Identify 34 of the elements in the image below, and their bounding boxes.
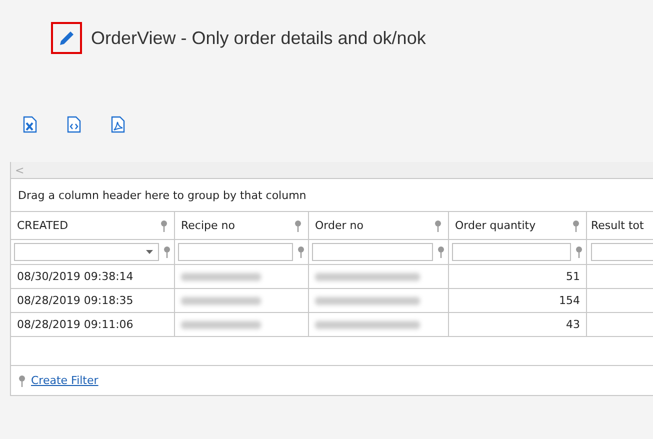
pin-icon[interactable] <box>572 220 580 232</box>
filter-field[interactable] <box>312 243 433 261</box>
table-cell: 154 <box>449 289 587 312</box>
pencil-icon <box>58 29 76 47</box>
table-cell: 08/28/2019 09:18:35 <box>11 289 175 312</box>
filter-field[interactable] <box>591 243 653 261</box>
filter-field[interactable] <box>178 243 293 261</box>
column-header[interactable]: Order quantity <box>449 212 587 239</box>
excel-export-button[interactable] <box>23 116 37 133</box>
pin-icon[interactable] <box>434 220 442 232</box>
table-cell: 08/30/2019 09:38:14 <box>11 265 175 288</box>
page-title: OrderView - Only order details and ok/nok <box>91 28 426 48</box>
group-panel-hint: Drag a column header here to group by that column <box>18 188 306 202</box>
pin-icon[interactable] <box>297 246 305 258</box>
pin-icon <box>18 374 26 386</box>
table-cell: 43 <box>449 313 587 336</box>
pin-icon[interactable] <box>160 220 168 232</box>
column-header[interactable]: Order no <box>309 212 449 239</box>
xml-export-button[interactable] <box>67 116 81 133</box>
table-cell: 51 <box>449 265 587 288</box>
column-header[interactable]: CREATED <box>11 212 175 239</box>
pdf-export-button[interactable] <box>111 116 125 133</box>
pin-icon[interactable] <box>575 246 583 258</box>
pin-icon[interactable] <box>437 246 445 258</box>
pin-icon[interactable] <box>163 246 171 258</box>
create-filter-link[interactable]: Create Filter <box>31 374 98 387</box>
column-header[interactable]: Recipe no <box>175 212 309 239</box>
filter-field[interactable] <box>14 243 159 261</box>
edit-button[interactable] <box>51 22 82 54</box>
filter-field[interactable] <box>452 243 571 261</box>
column-header[interactable]: Result tot <box>587 212 653 239</box>
caret-icon[interactable] <box>146 250 153 254</box>
table-cell: 08/28/2019 09:11:06 <box>11 313 175 336</box>
pin-icon[interactable] <box>294 220 302 232</box>
